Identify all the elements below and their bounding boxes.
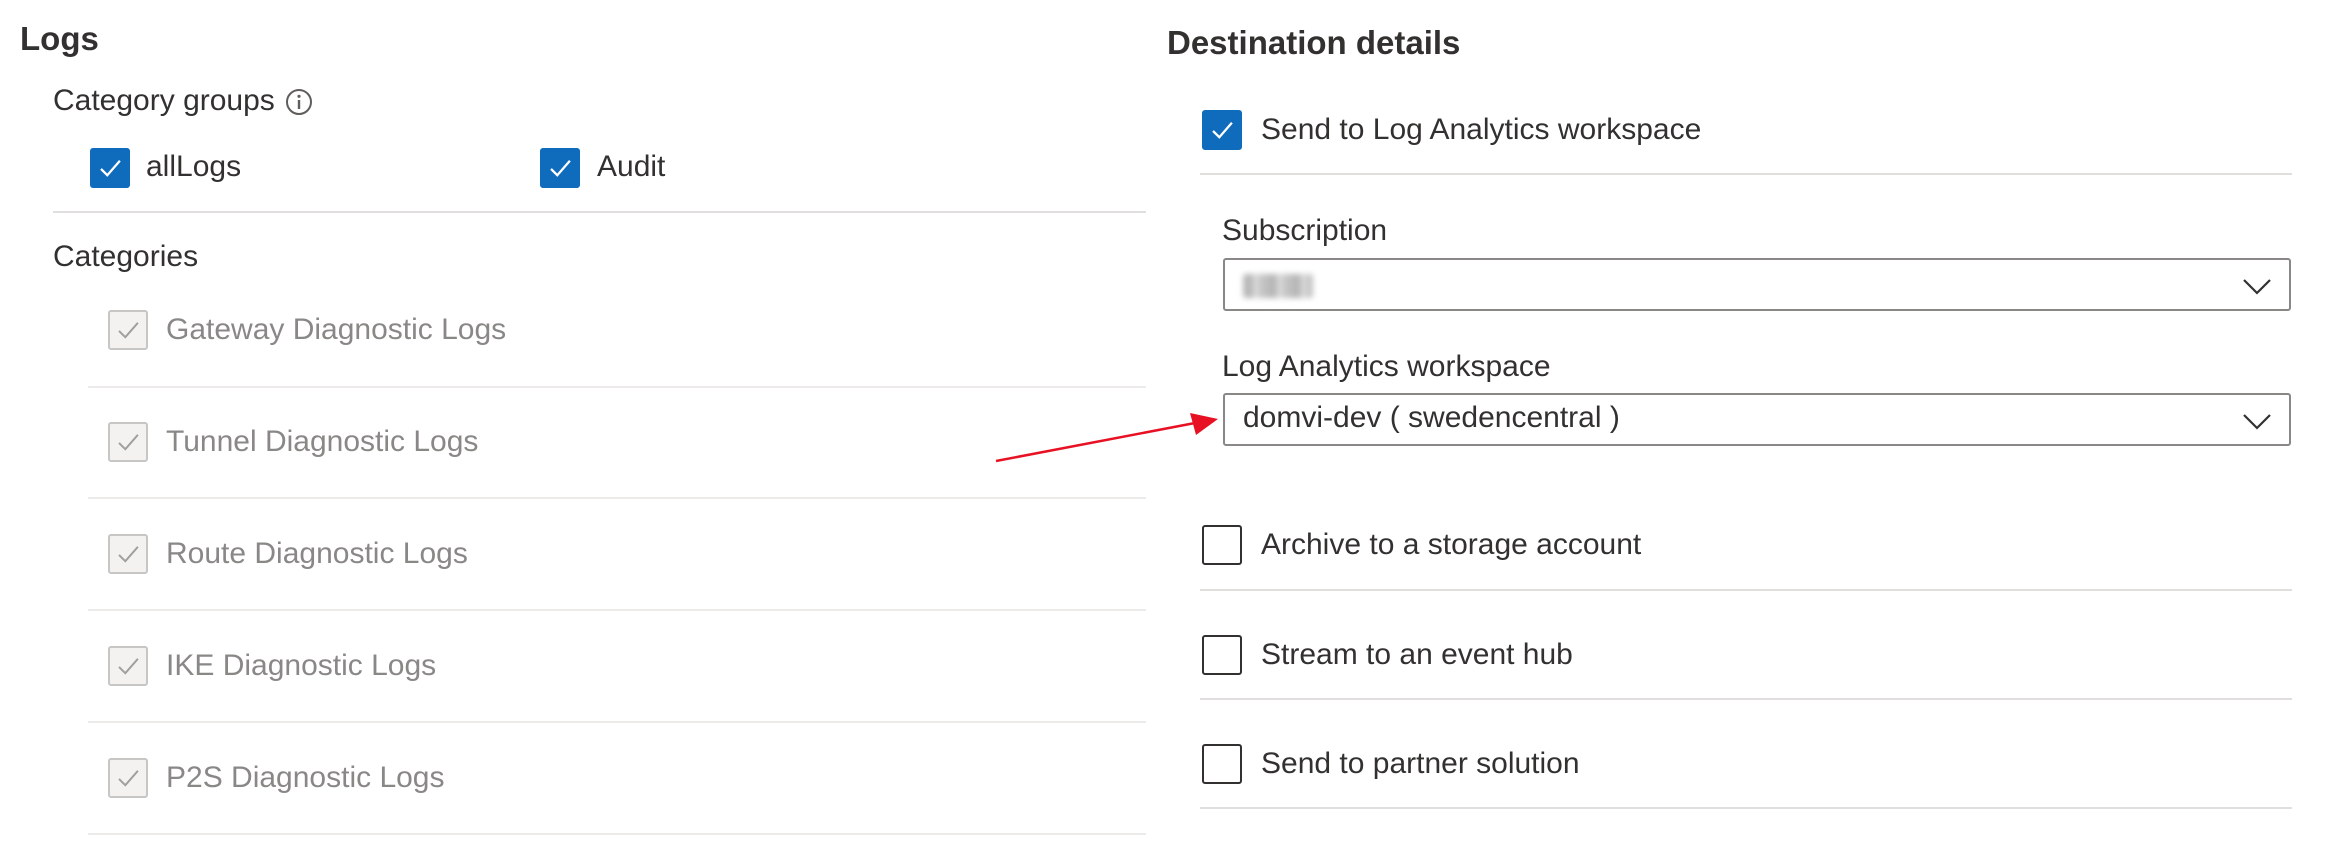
chevron-down-icon (2243, 414, 2271, 430)
divider (1200, 698, 2292, 700)
subscription-label: Subscription (1222, 214, 1388, 247)
category-label-tunnel: Tunnel Diagnostic Logs (166, 425, 479, 458)
log-analytics-label: Send to Log Analytics workspace (1261, 113, 1702, 146)
info-icon[interactable] (285, 88, 313, 116)
category-checkbox-ike (108, 646, 148, 686)
partner-solution-label: Send to partner solution (1261, 747, 1580, 780)
audit-label: Audit (597, 150, 666, 183)
divider (1200, 173, 2292, 175)
category-label-ike: IKE Diagnostic Logs (166, 649, 437, 682)
category-label-p2s: P2S Diagnostic Logs (166, 761, 445, 794)
category-label-gateway: Gateway Diagnostic Logs (166, 313, 507, 346)
categories-label: Categories (53, 240, 199, 273)
audit-checkbox[interactable] (540, 148, 580, 188)
divider (1200, 807, 2292, 809)
subscription-dropdown[interactable] (1223, 258, 2291, 311)
subscription-value-redacted (1243, 274, 1313, 298)
annotation-arrow-icon (995, 413, 1218, 463)
destination-title: Destination details (1167, 24, 1461, 61)
divider (1200, 589, 2292, 591)
archive-storage-label: Archive to a storage account (1261, 528, 1642, 561)
event-hub-label: Stream to an event hub (1261, 638, 1573, 671)
workspace-dropdown[interactable]: domvi-dev ( swedencentral ) (1223, 393, 2291, 446)
category-checkbox-gateway (108, 310, 148, 350)
divider (88, 721, 1146, 723)
event-hub-checkbox[interactable] (1202, 635, 1242, 675)
divider (88, 386, 1146, 388)
workspace-value: domvi-dev ( swedencentral ) (1243, 401, 1620, 434)
divider (88, 497, 1146, 499)
chevron-down-icon (2243, 279, 2271, 295)
divider (53, 211, 1146, 213)
category-checkbox-route (108, 534, 148, 574)
logs-title: Logs (20, 20, 99, 57)
partner-solution-checkbox[interactable] (1202, 744, 1242, 784)
alllogs-checkbox[interactable] (90, 148, 130, 188)
log-analytics-checkbox[interactable] (1202, 110, 1242, 150)
archive-storage-checkbox[interactable] (1202, 525, 1242, 565)
category-groups-label: Category groups (53, 84, 275, 117)
divider (88, 609, 1146, 611)
workspace-label: Log Analytics workspace (1222, 350, 1551, 383)
alllogs-label: allLogs (146, 150, 242, 183)
category-checkbox-tunnel (108, 422, 148, 462)
category-checkbox-p2s (108, 758, 148, 798)
divider (88, 833, 1146, 835)
category-label-route: Route Diagnostic Logs (166, 537, 468, 570)
